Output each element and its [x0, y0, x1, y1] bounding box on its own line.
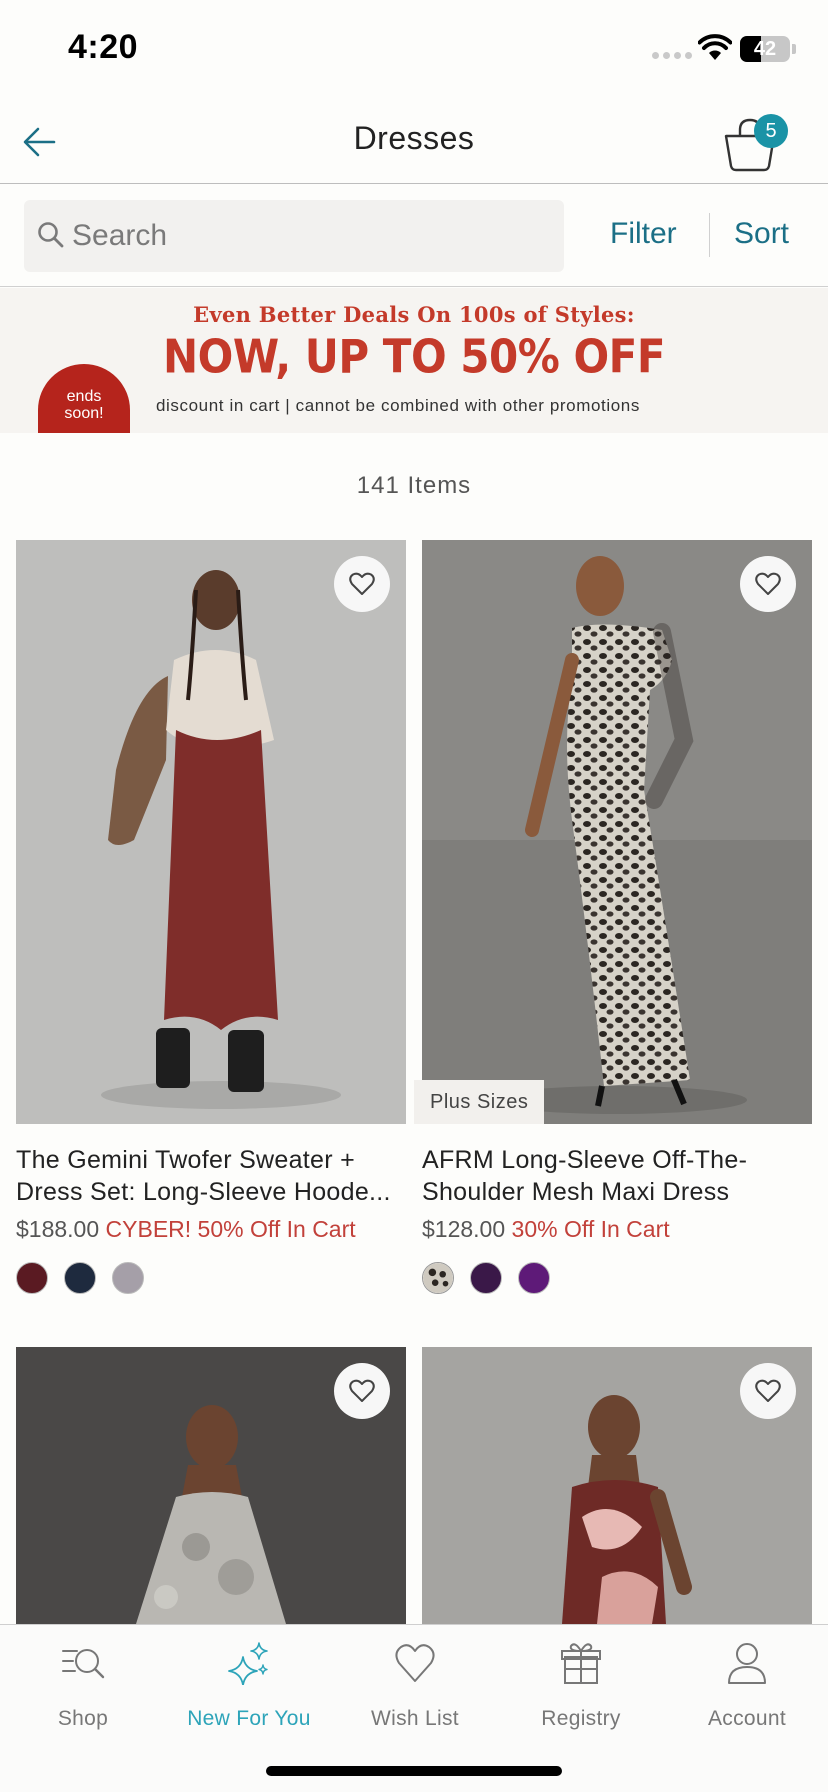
heart-icon: [349, 1379, 375, 1402]
battery-icon: 42: [740, 36, 790, 62]
product-name[interactable]: AFRM Long-Sleeve Off-The- Shoulder Mesh …: [422, 1144, 817, 1208]
status-bar: 4:20 42: [0, 0, 828, 100]
promo-banner[interactable]: Even Better Deals On 100s of Styles: NOW…: [0, 288, 828, 433]
heart-icon: [349, 572, 375, 595]
sparkle-icon: [228, 1642, 268, 1685]
heart-icon: [755, 1379, 781, 1402]
nav-header: Dresses: [0, 100, 828, 184]
price-value: $188.00: [16, 1216, 100, 1242]
price-value: $128.00: [422, 1216, 506, 1242]
gift-icon: [561, 1643, 601, 1684]
favorite-button[interactable]: [334, 1363, 390, 1419]
product-name-line1: The Gemini Twofer Sweater +: [16, 1146, 356, 1174]
color-swatch[interactable]: [470, 1262, 502, 1294]
wifi-icon: [698, 34, 732, 60]
search-box[interactable]: [24, 200, 564, 272]
home-indicator[interactable]: [266, 1766, 562, 1776]
divider: [709, 213, 710, 257]
battery-nub: [792, 44, 796, 54]
price-promo: CYBER! 50% Off In Cart: [105, 1216, 356, 1242]
product-name-line1: AFRM Long-Sleeve Off-The-: [422, 1146, 748, 1174]
price-promo: 30% Off In Cart: [511, 1216, 670, 1242]
color-swatch[interactable]: [422, 1262, 454, 1294]
tab-label: Account: [708, 1707, 786, 1730]
favorite-button[interactable]: [740, 556, 796, 612]
cellular-signal-icon: [652, 52, 692, 59]
tab-account[interactable]: Account: [664, 1625, 828, 1755]
color-swatch[interactable]: [518, 1262, 550, 1294]
tab-label: Wish List: [371, 1707, 459, 1730]
status-time: 4:20: [68, 28, 139, 66]
color-swatch[interactable]: [64, 1262, 96, 1294]
badge-line1: ends: [66, 388, 102, 405]
badge-line2: soon!: [64, 405, 104, 422]
search-input[interactable]: [72, 200, 552, 272]
tab-new-for-you[interactable]: New For You: [166, 1625, 332, 1755]
product-image[interactable]: [16, 540, 406, 1124]
favorite-button[interactable]: [740, 1363, 796, 1419]
cart-count-badge: 5: [754, 114, 788, 148]
product-price: $128.00 30% Off In Cart: [422, 1216, 670, 1243]
person-icon: [728, 1643, 766, 1684]
plus-sizes-tag: Plus Sizes: [414, 1080, 545, 1124]
product-name-line2: Dress Set: Long-Sleeve Hoode...: [16, 1178, 391, 1206]
tab-label: Registry: [541, 1707, 621, 1730]
product-name[interactable]: The Gemini Twofer Sweater + Dress Set: L…: [16, 1144, 411, 1208]
shop-search-icon: [62, 1649, 105, 1679]
color-swatches: [422, 1262, 550, 1294]
product-name-line2: Shoulder Mesh Maxi Dress: [422, 1178, 730, 1206]
battery-percent: 42: [753, 38, 777, 60]
filter-button[interactable]: Filter: [610, 217, 677, 251]
tab-label: Shop: [57, 1707, 109, 1730]
item-count: 141 Items: [356, 472, 472, 499]
promo-offer: NOW, UP TO 50% OFF: [162, 329, 666, 384]
favorite-button[interactable]: [334, 556, 390, 612]
tab-label: New For You: [187, 1707, 311, 1730]
heart-icon: [395, 1644, 435, 1682]
search-icon: [38, 222, 64, 248]
sort-button[interactable]: Sort: [734, 217, 789, 251]
tab-shop[interactable]: Shop: [0, 1625, 166, 1755]
page-title: Dresses: [353, 120, 475, 156]
search-filter-bar: Filter Sort: [0, 185, 828, 287]
product-price: $188.00 CYBER! 50% Off In Cart: [16, 1216, 356, 1243]
color-swatch[interactable]: [112, 1262, 144, 1294]
promo-disclaimer: discount in cart | cannot be combined wi…: [156, 396, 640, 415]
product-image[interactable]: [422, 540, 812, 1124]
tab-registry[interactable]: Registry: [498, 1625, 664, 1755]
color-swatch[interactable]: [16, 1262, 48, 1294]
heart-icon: [755, 572, 781, 595]
tab-wish-list[interactable]: Wish List: [332, 1625, 498, 1755]
color-swatches: [16, 1262, 144, 1294]
promo-headline: Even Better Deals On 100s of Styles:: [193, 302, 635, 327]
